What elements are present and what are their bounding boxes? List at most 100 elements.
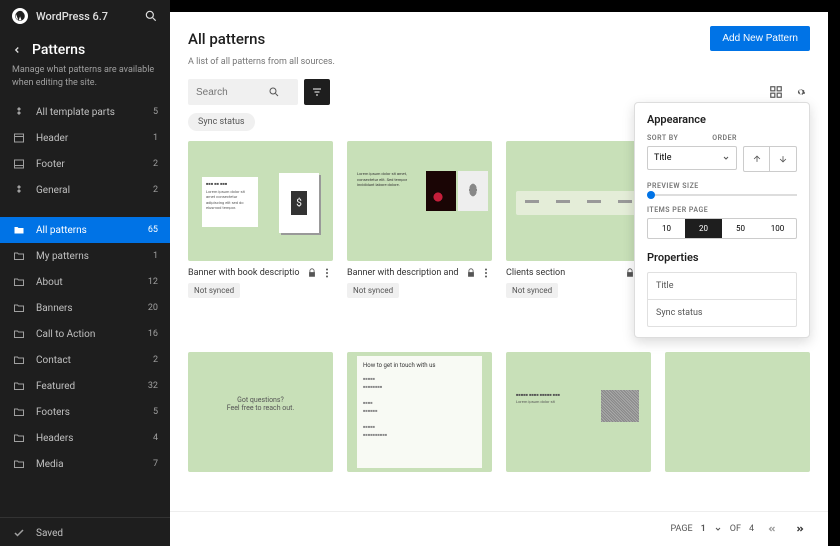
sidebar-item-label: My patterns (36, 251, 143, 262)
sidebar-item-all-patterns[interactable]: All patterns65 (0, 217, 170, 243)
card-title: Clients section (506, 268, 621, 278)
pattern-card[interactable]: Got questions?Feel free to reach out. (188, 352, 333, 512)
filter-icon (311, 86, 323, 98)
property-sync-status[interactable]: Sync status (648, 300, 796, 326)
chevron-left-icon (12, 45, 22, 55)
order-asc-button[interactable] (744, 147, 770, 171)
appearance-popup: Appearance SORT BY ORDER Title (634, 102, 810, 338)
search-input-wrapper[interactable] (188, 79, 298, 105)
sidebar-item-count: 7 (153, 459, 158, 469)
items-option-50[interactable]: 50 (722, 219, 759, 238)
properties-list: TitleSync status (647, 272, 797, 327)
sidebar-item-label: General (36, 185, 143, 196)
next-page-button[interactable] (790, 522, 810, 536)
gear-icon (795, 85, 809, 99)
page-of: OF (730, 524, 741, 534)
order-buttons (743, 146, 797, 172)
sidebar-item-count: 5 (153, 407, 158, 417)
sidebar-item-label: Call to Action (36, 329, 138, 340)
order-desc-button[interactable] (770, 147, 796, 171)
sidebar-item-label: Header (36, 133, 143, 144)
chevron-down-icon[interactable] (714, 525, 722, 533)
sidebar-item-all-template-parts[interactable]: All template parts5 (0, 99, 170, 125)
main-content: All patterns Add New Pattern A list of a… (170, 12, 828, 546)
filter-button[interactable] (304, 79, 330, 105)
items-option-10[interactable]: 10 (648, 219, 685, 238)
sidebar-item-count: 2 (153, 355, 158, 365)
chevron-down-icon (722, 154, 730, 162)
folder-icon (12, 249, 26, 263)
sidebar-item-featured[interactable]: Featured32 (0, 373, 170, 399)
folder-icon (12, 223, 26, 237)
sidebar-item-count: 65 (148, 225, 158, 235)
sidebar-item-count: 2 (153, 159, 158, 169)
pattern-card[interactable]: How to get in touch with us■■■■■■■■■■■■■… (347, 352, 492, 512)
wordpress-logo-icon[interactable] (12, 8, 28, 24)
sidebar-item-label: Banners (36, 303, 138, 314)
grid-view-button[interactable] (768, 84, 784, 100)
sidebar-item-count: 12 (148, 277, 158, 287)
folder-icon (12, 301, 26, 315)
items-option-20[interactable]: 20 (685, 219, 722, 238)
sidebar-item-count: 32 (148, 381, 158, 391)
search-icon[interactable] (144, 9, 158, 23)
items-option-100[interactable]: 100 (759, 219, 796, 238)
properties-title: Properties (647, 251, 797, 264)
pattern-card[interactable]: Clients sectionNot synced (506, 141, 651, 338)
folder-icon (12, 353, 26, 367)
app-title: WordPress 6.7 (36, 10, 136, 23)
sync-badge: Not synced (188, 283, 240, 298)
property-title[interactable]: Title (648, 273, 796, 300)
sidebar-item-header[interactable]: Header1 (0, 125, 170, 151)
sort-by-select[interactable]: Title (647, 146, 737, 170)
template-parts-list: All template parts5Header1Footer2General… (0, 99, 170, 203)
lock-icon (307, 268, 317, 278)
folder-icon (12, 457, 26, 471)
pattern-card[interactable]: ■■■ ■■ ■■■Lorem ipsum dolor sit amet con… (188, 141, 333, 338)
sidebar-item-footers[interactable]: Footers 5 (0, 399, 170, 425)
more-icon[interactable] (480, 267, 492, 279)
folder-icon (12, 405, 26, 419)
preview-size-slider[interactable] (647, 194, 797, 196)
order-label: ORDER (712, 134, 737, 142)
header-icon (12, 131, 26, 145)
folder-icon (12, 431, 26, 445)
sidebar-item-contact[interactable]: Contact2 (0, 347, 170, 373)
sidebar-item-banners[interactable]: Banners 20 (0, 295, 170, 321)
slider-thumb[interactable] (647, 191, 655, 199)
sidebar-item-call-to-action[interactable]: Call to Action16 (0, 321, 170, 347)
settings-button[interactable] (794, 84, 810, 100)
sidebar-item-about[interactable]: About12 (0, 269, 170, 295)
preview-size-label: PREVIEW SIZE (647, 182, 797, 190)
sidebar-item-headers[interactable]: Headers4 (0, 425, 170, 451)
sidebar: WordPress 6.7 Patterns Manage what patte… (0, 0, 170, 546)
sidebar-item-my-patterns[interactable]: My patterns1 (0, 243, 170, 269)
page-subtitle: A list of all patterns from all sources. (170, 57, 828, 79)
items-per-page-label: ITEMS PER PAGE (647, 206, 797, 214)
sync-status-chip[interactable]: Sync status (188, 113, 255, 131)
sidebar-item-general[interactable]: General2 (0, 177, 170, 203)
sidebar-item-count: 20 (148, 303, 158, 313)
page-header: All patterns Add New Pattern (170, 12, 828, 57)
pagination: PAGE 1 OF 4 (170, 511, 828, 546)
more-icon[interactable] (321, 267, 333, 279)
card-preview: ■■■ ■■ ■■■Lorem ipsum dolor sit amet con… (188, 141, 333, 261)
back-nav[interactable]: Patterns (0, 32, 170, 64)
search-icon (268, 86, 280, 98)
pattern-card[interactable]: ■■■■■ ■■■■ ■■■■■ ■■■Lorem ipsum dolor si… (506, 352, 651, 512)
sidebar-item-footer[interactable]: Footer2 (0, 151, 170, 177)
card-preview (506, 141, 651, 261)
sidebar-item-label: All template parts (36, 107, 143, 118)
chevrons-right-icon (794, 524, 806, 534)
add-pattern-button[interactable]: Add New Pattern (710, 26, 810, 51)
sort-by-label: SORT BY (647, 134, 678, 142)
pattern-card[interactable]: Lorem ipsum dolor sit amet, consectetur … (347, 141, 492, 338)
sidebar-item-label: Footers (36, 407, 143, 418)
pattern-card[interactable] (665, 352, 810, 512)
chevrons-left-icon (766, 524, 778, 534)
diamond-icon (12, 105, 26, 119)
prev-page-button[interactable] (762, 522, 782, 536)
sidebar-item-media[interactable]: Media7 (0, 451, 170, 477)
page-total: 4 (749, 524, 754, 534)
search-input[interactable] (196, 87, 268, 98)
